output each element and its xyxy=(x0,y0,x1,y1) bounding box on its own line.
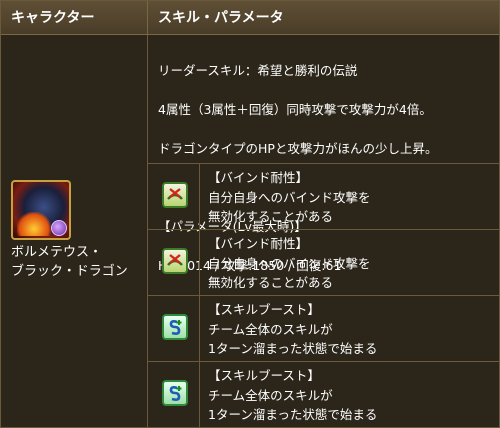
awakening-title: 【バインド耐性】 xyxy=(208,170,309,185)
character-name[interactable]: ボルメテウス・ ブラック・ドラゴン xyxy=(11,243,146,281)
leader-skill-effect-1: 4属性（3属性＋回復）同時攻撃で攻撃力が4倍。 xyxy=(158,101,432,117)
awakening-row: 【バインド耐性】 自分自身へのバインド攻撃を 無効化することがある xyxy=(148,229,499,295)
awakening-desc-2: 1ターン溜まった状態で始まる xyxy=(208,341,378,356)
awakening-desc-2: 1ターン溜まった状態で始まる xyxy=(208,407,378,422)
bind-resist-icon xyxy=(162,248,188,274)
awakening-title: 【スキルブースト】 xyxy=(208,302,320,317)
skill-boost-icon xyxy=(162,380,188,406)
character-column: ボルメテウス・ ブラック・ドラゴン xyxy=(1,35,148,427)
awakening-text: 【スキルブースト】 チーム全体のスキルが 1ターン溜まった状態で始まる xyxy=(208,300,493,359)
attribute-orb-icon xyxy=(51,220,67,236)
awakening-desc-2: 無効化することがある xyxy=(208,275,334,290)
awakening-text: 【バインド耐性】 自分自身へのバインド攻撃を 無効化することがある xyxy=(208,234,493,293)
character-table: キャラクター スキル・パラメータ ボルメテウス・ ブラック・ドラゴン リーダース… xyxy=(0,0,500,428)
awakening-row: 【バインド耐性】 自分自身へのバインド攻撃を 無効化することがある xyxy=(148,163,499,229)
awakening-title: 【スキルブースト】 xyxy=(208,368,320,383)
flame-decoration xyxy=(17,212,51,236)
skill-column: リーダースキル：希望と勝利の伝説 4属性（3属性＋回復）同時攻撃で攻撃力が4倍。… xyxy=(148,35,499,427)
awakening-title: 【バインド耐性】 xyxy=(208,236,309,251)
awakening-row: 【スキルブースト】 チーム全体のスキルが 1ターン溜まった状態で始まる xyxy=(148,361,499,427)
character-name-line1: ボルメテウス・ xyxy=(11,245,103,260)
awakening-row: 【スキルブースト】 チーム全体のスキルが 1ターン溜まった状態で始まる xyxy=(148,295,499,361)
awakening-desc-1: チーム全体のスキルが xyxy=(208,321,333,337)
character-name-line2: ブラック・ドラゴン xyxy=(11,264,128,279)
awakening-text: 【スキルブースト】 チーム全体のスキルが 1ターン溜まった状態で始まる xyxy=(208,366,493,425)
awakening-desc-1: 自分自身へのバインド攻撃を xyxy=(208,189,371,205)
header-character: キャラクター xyxy=(1,1,148,35)
awakening-text: 【バインド耐性】 自分自身へのバインド攻撃を 無効化することがある xyxy=(208,168,493,227)
awakening-desc-1: 自分自身へのバインド攻撃を xyxy=(208,255,371,271)
leader-skill-effect-2: ドラゴンタイプのHPと攻撃力がほんの少し上昇。 xyxy=(158,140,438,156)
awakening-desc-2: 無効化することがある xyxy=(208,209,334,224)
bind-resist-icon xyxy=(162,182,188,208)
leader-skill: リーダースキル：希望と勝利の伝説 xyxy=(158,62,358,78)
header-skill-params: スキル・パラメータ xyxy=(148,1,499,35)
character-portrait[interactable] xyxy=(11,180,71,240)
awakening-desc-1: チーム全体のスキルが xyxy=(208,387,333,403)
skill-boost-icon xyxy=(162,314,188,340)
